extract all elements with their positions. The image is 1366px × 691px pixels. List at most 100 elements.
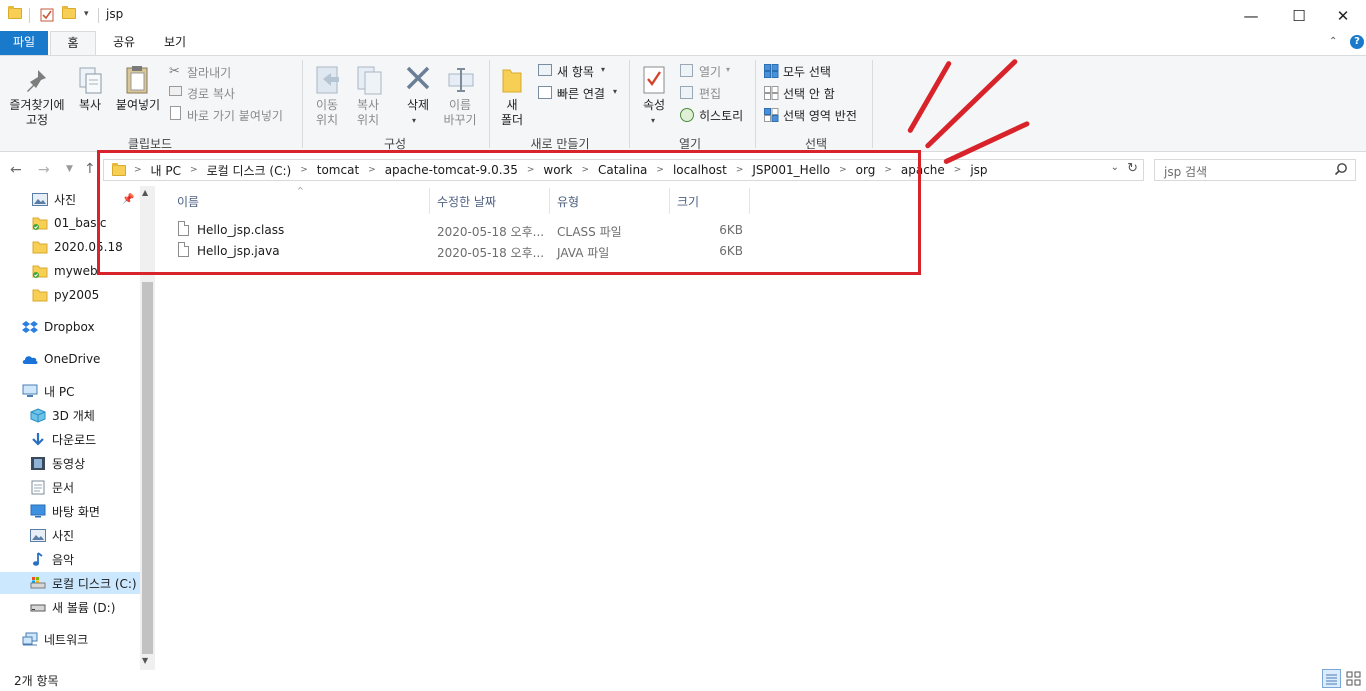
collapse-ribbon-icon[interactable]: ⌃ [1329,36,1337,47]
sidebar-item-py2005[interactable]: py2005 [0,284,140,306]
new-folder-button[interactable]: 새 폴더 [496,98,528,128]
edit-button[interactable]: 편집 [699,85,721,102]
tab-share[interactable]: 공유 [102,31,146,55]
sidebar-item-network[interactable]: 네트워크 [0,628,140,650]
minimize-button[interactable]: — [1228,0,1274,31]
delete-icon [404,64,432,97]
sidebar-item-onedrive[interactable]: OneDrive [0,348,140,370]
paste-button[interactable]: 붙여넣기 [112,98,164,113]
address-history-icon[interactable]: ⌄ [1111,162,1119,173]
easy-access-button[interactable]: 빠른 연결 [557,85,605,102]
rename-button[interactable]: 이름 바꾸기 [440,98,480,128]
drive-c-icon [30,576,46,590]
separator [98,8,99,23]
sidebar-item-videos[interactable]: 동영상 [0,452,140,474]
chevron-down-icon[interactable]: ▾ [651,116,655,125]
select-none-icon [764,86,779,103]
documents-icon [30,480,46,494]
sidebar-item-label: OneDrive [44,352,101,366]
sidebar-item-my-pc[interactable]: 내 PC [0,380,140,402]
sidebar-item-desktop[interactable]: 바탕 화면 [0,500,140,522]
move-to-icon [315,65,343,100]
properties-icon [642,65,668,98]
chevron-down-icon[interactable]: ▾ [412,116,416,125]
up-arrow-icon[interactable]: ↑ [84,161,96,177]
rename-icon [446,66,476,97]
sidebar-item-label: py2005 [54,288,100,302]
search-input[interactable]: jsp 검색 [1154,159,1356,181]
copy-button[interactable]: 복사 [74,98,106,113]
move-to-button[interactable]: 이동 위치 [310,98,344,128]
folder-icon [32,288,48,302]
properties-button[interactable]: 속성 [637,98,671,113]
open-button[interactable]: 열기 [699,63,721,80]
forward-arrow-icon[interactable]: → [38,162,50,178]
invert-selection-button[interactable]: 선택 영역 반전 [783,107,857,124]
sidebar-item-documents[interactable]: 문서 [0,476,140,498]
folder-icon [32,216,48,230]
maximize-button[interactable]: ☐ [1276,0,1322,31]
copy-icon [78,66,104,99]
sidebar-item-label: 내 PC [44,384,75,399]
sidebar-item-3d-objects[interactable]: 3D 개체 [0,404,140,426]
select-none-button[interactable]: 선택 안 함 [783,85,835,102]
new-item-button[interactable]: 새 항목 [557,63,594,80]
sidebar-item-dropbox[interactable]: Dropbox [0,316,140,338]
status-item-count: 2개 항목 [14,674,59,688]
music-icon [30,551,46,566]
search-icon[interactable] [1334,162,1348,180]
sidebar-item-downloads[interactable]: 다운로드 [0,428,140,450]
recent-locations-icon[interactable]: ▼ [66,164,73,174]
sidebar-item-pictures[interactable]: 사진 [0,524,140,546]
properties-check-icon[interactable] [40,8,54,22]
scroll-down-icon[interactable]: ▼ [142,656,148,665]
new-item-icon [538,64,552,76]
cut-icon: ✂ [169,64,180,79]
sidebar-item-label: 다운로드 [52,432,97,447]
tab-view[interactable]: 보기 [152,31,198,55]
sidebar-scrollbar-thumb[interactable] [142,282,153,654]
sidebar-item-label: 사진 [54,192,77,207]
details-view-icon[interactable] [1322,669,1341,688]
open-icon [680,64,693,77]
paste-icon [124,64,152,99]
large-icons-view-icon[interactable] [1344,669,1363,688]
customize-toolbar-icon[interactable]: ▾ [84,9,89,19]
new-folder-icon[interactable] [62,6,76,22]
copy-path-icon [169,86,182,96]
copy-path-button[interactable]: 경로 복사 [187,85,235,102]
folder-icon [32,264,48,278]
invert-selection-icon [764,108,779,125]
tab-home[interactable]: 홈 [50,31,96,56]
tab-file[interactable]: 파일 [0,31,48,55]
download-icon [30,432,46,446]
ribbon-tabs: 파일 홈 공유 보기 ⌃ [0,31,1366,56]
sidebar-item-label: myweb [54,264,98,278]
select-all-button[interactable]: 모두 선택 [783,63,831,80]
sidebar-item-label: 로컬 디스크 (C:) [52,576,137,591]
crumb-jsp[interactable]: jsp [967,163,990,177]
group-separator [755,60,756,148]
copy-to-button[interactable]: 복사 위치 [351,98,385,128]
sidebar-item-new-volume-d[interactable]: 새 볼륨 (D:) [0,596,140,618]
new-folder-large-icon [501,66,525,99]
back-arrow-icon[interactable]: ← [10,162,22,178]
onedrive-icon [22,352,38,366]
history-button[interactable]: 히스토리 [699,107,743,124]
chevron-right-icon[interactable]: > [948,165,968,175]
sidebar-item-label: 음악 [52,552,75,567]
title-bar: ▾ jsp — ☐ ✕ [0,0,1366,31]
sidebar-item-music[interactable]: 음악 [0,548,140,570]
paste-shortcut-icon [170,106,181,120]
close-button[interactable]: ✕ [1320,0,1366,31]
delete-button[interactable]: 삭제 [401,98,435,113]
cut-button[interactable]: 잘라내기 [187,64,231,81]
pin-quick-access-button[interactable]: 즐겨찾기에 고정 [6,98,68,128]
paste-shortcut-button[interactable]: 바로 가기 붙여넣기 [187,107,283,124]
sidebar-item-local-disk-c[interactable]: 로컬 디스크 (C:) [0,572,140,594]
refresh-icon[interactable]: ↻ [1127,161,1138,176]
chevron-down-icon: ▾ [613,87,618,96]
help-icon[interactable]: ? [1350,35,1364,49]
group-separator [629,60,630,148]
window-title: jsp [106,7,124,21]
